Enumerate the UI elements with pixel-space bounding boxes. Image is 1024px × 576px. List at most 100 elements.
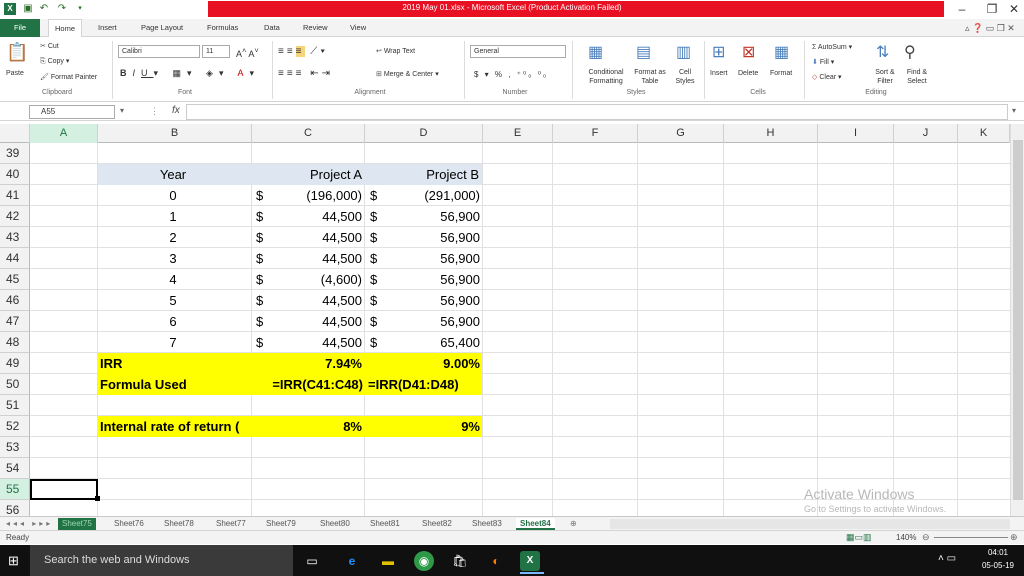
paste-label[interactable]: Paste — [6, 70, 24, 77]
firefox-icon[interactable]: ◐ — [486, 551, 506, 571]
fill-handle[interactable] — [95, 496, 100, 501]
tab-formulas[interactable]: Formulas — [201, 19, 244, 37]
tab-review[interactable]: Review — [297, 19, 334, 37]
project-b-value[interactable]: 56,900 — [384, 311, 480, 332]
year-cell[interactable]: 1 — [98, 206, 248, 227]
sheet-tab[interactable]: Sheet82 — [418, 518, 456, 530]
insert-button[interactable]: Insert — [710, 70, 728, 77]
row-header[interactable]: 49 — [0, 353, 30, 374]
conditional-formatting-icon[interactable]: ▦ — [588, 42, 603, 62]
sheet-tab[interactable]: Sheet84 — [516, 518, 555, 530]
sheet-tab[interactable]: Sheet81 — [366, 518, 404, 530]
font-size-select[interactable]: 11 — [202, 45, 230, 58]
column-header-g[interactable]: G — [638, 124, 724, 143]
tab-insert[interactable]: Insert — [92, 19, 123, 37]
font-grow-icon[interactable]: A˄ A˅ — [236, 46, 259, 59]
row-header[interactable]: 55 — [0, 479, 30, 500]
year-cell[interactable]: 7 — [98, 332, 248, 353]
project-b-value[interactable]: 56,900 — [384, 206, 480, 227]
project-b-value[interactable]: (291,000) — [384, 185, 480, 206]
internal-rate-a[interactable]: 8% — [252, 416, 362, 437]
column-header-e[interactable]: E — [483, 124, 553, 143]
project-b-header[interactable]: Project B — [365, 164, 479, 185]
format-as-table-button[interactable]: Format as Table — [630, 68, 670, 86]
project-b-value[interactable]: 56,900 — [384, 269, 480, 290]
row-header[interactable]: 51 — [0, 395, 30, 416]
fill-button[interactable]: ⬇ Fill ▾ — [812, 58, 834, 66]
copy-button[interactable]: ⎘ Copy ▾ — [40, 57, 69, 66]
column-header-c[interactable]: C — [252, 124, 365, 143]
formula-project-a[interactable]: =IRR(C41:C48) — [252, 374, 365, 395]
row-header[interactable]: 54 — [0, 458, 30, 479]
sheet-tab[interactable]: Sheet77 — [212, 518, 250, 530]
row-header[interactable]: 52 — [0, 416, 30, 437]
year-cell[interactable]: 5 — [98, 290, 248, 311]
vertical-scrollbar[interactable] — [1010, 124, 1024, 516]
sheet-tab[interactable]: Sheet78 — [160, 518, 198, 530]
customize-toolbar-icon[interactable]: ▾ — [74, 3, 86, 15]
project-a-value[interactable]: 44,500 — [270, 311, 362, 332]
zoom-slider[interactable] — [934, 537, 1008, 538]
undo-icon[interactable]: ↶ — [38, 3, 50, 15]
find-select-button[interactable]: Find & Select — [900, 68, 934, 86]
horizontal-scrollbar[interactable] — [610, 519, 1010, 529]
insert-cells-icon[interactable]: ⊞ — [712, 42, 725, 62]
project-a-value[interactable]: (196,000) — [270, 185, 362, 206]
column-header-i[interactable]: I — [818, 124, 894, 143]
select-all-corner[interactable] — [0, 124, 30, 143]
row-header[interactable]: 50 — [0, 374, 30, 395]
taskbar-search[interactable]: Search the web and Windows — [30, 545, 293, 576]
year-header[interactable]: Year — [98, 164, 248, 185]
internal-rate-b[interactable]: 9% — [365, 416, 480, 437]
task-view-icon[interactable]: ▭ — [302, 551, 322, 571]
project-a-value[interactable]: (4,600) — [270, 269, 362, 290]
delete-button[interactable]: Delete — [738, 70, 758, 77]
chrome-icon[interactable]: ◉ — [414, 551, 434, 571]
column-header-h[interactable]: H — [724, 124, 818, 143]
zoom-in-icon[interactable]: ⊕ — [1010, 532, 1018, 543]
project-b-value[interactable]: 56,900 — [384, 248, 480, 269]
file-explorer-icon[interactable]: ▬ — [378, 551, 398, 571]
sheet-tab[interactable]: Sheet76 — [110, 518, 148, 530]
minimize-icon[interactable]: – — [948, 2, 976, 17]
row-header[interactable]: 44 — [0, 248, 30, 269]
column-header-b[interactable]: B — [98, 124, 252, 143]
sort-filter-icon[interactable]: ⇅ — [876, 42, 889, 62]
windows-start-icon[interactable]: ⊞ — [8, 553, 19, 569]
formula-project-b[interactable]: =IRR(D41:D48) — [368, 374, 482, 395]
autosum-button[interactable]: Σ AutoSum ▾ — [812, 43, 852, 51]
project-b-value[interactable]: 56,900 — [384, 290, 480, 311]
sheet-tab[interactable]: Sheet80 — [316, 518, 354, 530]
ribbon-options-icon[interactable]: ▵ ❓ ▭ ❐ ✕ — [965, 23, 1015, 34]
project-b-value[interactable]: 56,900 — [384, 227, 480, 248]
row-header[interactable]: 45 — [0, 269, 30, 290]
column-header-d[interactable]: D — [365, 124, 483, 143]
clock-time[interactable]: 04:01 — [980, 548, 1016, 557]
conditional-formatting-button[interactable]: Conditional Formatting — [578, 68, 634, 86]
wrap-text-button[interactable]: ↩ Wrap Text — [376, 47, 415, 55]
tab-page-layout[interactable]: Page Layout — [135, 19, 189, 37]
column-header-f[interactable]: F — [553, 124, 638, 143]
tab-view[interactable]: View — [344, 19, 372, 37]
row-header[interactable]: 46 — [0, 290, 30, 311]
fx-icon[interactable]: fx — [172, 105, 180, 116]
year-cell[interactable]: 2 — [98, 227, 248, 248]
project-a-value[interactable]: 44,500 — [270, 227, 362, 248]
name-box-dropdown-icon[interactable]: ▾ — [120, 106, 124, 115]
expand-formula-icon[interactable]: ▾ — [1012, 106, 1016, 115]
row-header[interactable]: 53 — [0, 437, 30, 458]
view-mode-icons[interactable]: ▦▭▥ — [846, 532, 872, 543]
store-icon[interactable]: 🛍 — [450, 551, 470, 571]
close-icon[interactable]: ✕ — [1000, 2, 1024, 17]
redo-icon[interactable]: ↷ — [56, 3, 68, 15]
name-box[interactable]: A55 — [29, 105, 115, 119]
cut-button[interactable]: ✂ Cut — [40, 42, 59, 50]
sheet-tab[interactable]: Sheet75 — [58, 518, 96, 530]
year-cell[interactable]: 4 — [98, 269, 248, 290]
irr-project-b[interactable]: 9.00% — [365, 353, 480, 374]
year-cell[interactable]: 0 — [98, 185, 248, 206]
tab-home[interactable]: Home — [48, 19, 83, 37]
excel-taskbar-icon[interactable]: X — [520, 551, 540, 571]
sheet-nav-arrows-icon[interactable]: ◂◂◂ ▸▸▸ — [2, 518, 57, 530]
project-b-value[interactable]: 65,400 — [384, 332, 480, 353]
